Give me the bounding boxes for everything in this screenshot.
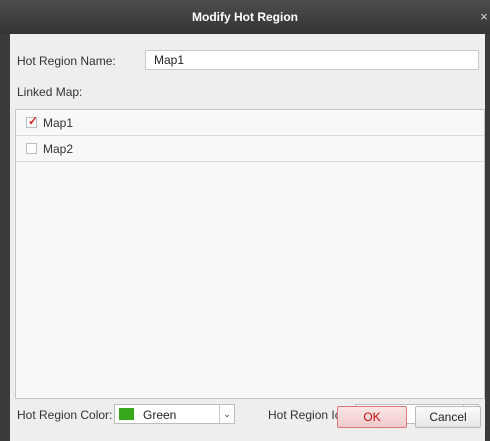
modify-hot-region-dialog: Hot Region Name: Map1 Linked Map: ✓ Map1… [10,34,485,441]
chevron-down-icon[interactable]: ⌄ [219,405,234,423]
check-icon: ✓ [28,114,39,128]
hot-region-color-select[interactable]: Green ⌄ [114,404,235,424]
linked-map-label: Linked Map: [17,85,83,99]
map-row-map1[interactable]: ✓ Map1 [16,110,484,136]
dialog-titlebar: Modify Hot Region [0,0,490,34]
dialog-title: Modify Hot Region [192,10,298,24]
map1-checkbox[interactable]: ✓ [26,114,39,128]
color-value: Green [143,408,177,422]
hot-region-name-label: Hot Region Name: [17,54,116,68]
map-name: Map2 [43,142,74,156]
close-icon[interactable]: × [478,0,490,34]
cancel-button[interactable]: Cancel [415,406,481,428]
green-color-swatch [119,408,134,420]
hot-region-color-label: Hot Region Color: [17,408,113,422]
map-row-map2[interactable]: Map2 [16,136,484,162]
linked-map-list[interactable]: ✓ Map1 Map2 [15,109,485,399]
map-name: Map1 [43,116,74,130]
ok-button[interactable]: OK [337,406,407,428]
map2-checkbox[interactable] [26,143,37,154]
hot-region-name-input[interactable]: Map1 [145,50,479,70]
